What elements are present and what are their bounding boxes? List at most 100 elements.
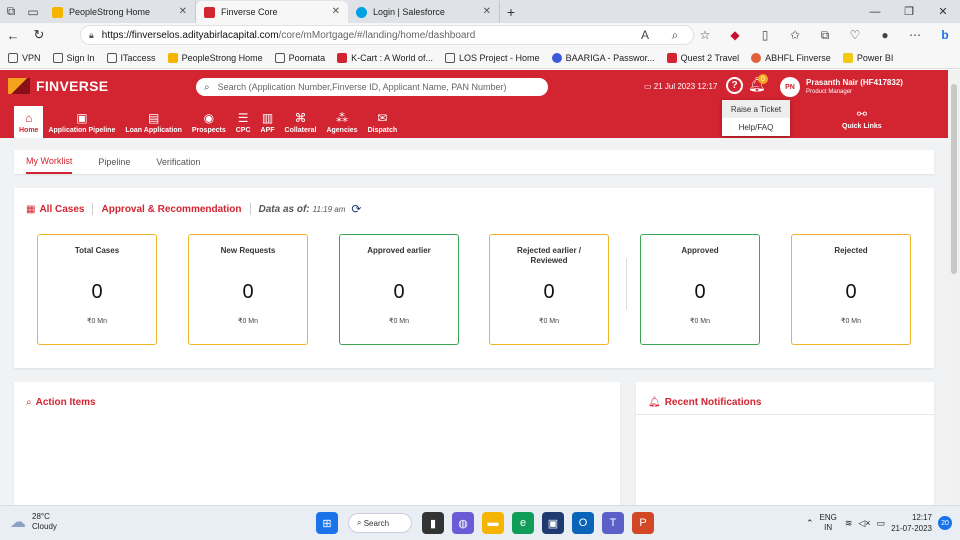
- main-content: My Worklist Pipeline Verification ▦ All …: [0, 138, 948, 505]
- minimize-icon[interactable]: —: [858, 0, 892, 23]
- menu-item-loan-application[interactable]: ▤ Loan Application: [120, 106, 187, 138]
- close-window-icon[interactable]: ✕: [926, 0, 960, 23]
- windows-start-icon[interactable]: ⊞: [316, 512, 338, 534]
- favorite-star-icon[interactable]: ☆: [690, 28, 720, 42]
- url-field[interactable]: 🔒︎ https://finverselos.adityabirlacapita…: [80, 25, 694, 45]
- bookmark-item[interactable]: PeopleStrong Home: [167, 52, 263, 63]
- clock[interactable]: 12:17 21-07-2023: [891, 512, 932, 534]
- collections-icon[interactable]: ⧉: [810, 28, 840, 43]
- quick-links[interactable]: ⚯ Quick Links: [842, 107, 882, 130]
- menu-item-apf[interactable]: ▥ APF: [256, 106, 280, 138]
- menu-item-cpc[interactable]: ☰ CPC: [231, 106, 256, 138]
- help-icon[interactable]: ?: [726, 77, 743, 94]
- close-tab-icon[interactable]: ✕: [332, 6, 340, 17]
- zoom-icon[interactable]: ⌕: [660, 28, 690, 43]
- bookmark-item[interactable]: K-Cart : A World of...: [337, 52, 433, 63]
- quest-icon: [666, 52, 677, 63]
- pipeline-icon: ▣: [76, 111, 88, 125]
- menu-item-collateral[interactable]: ⌘ Collateral: [280, 106, 322, 138]
- browser-tab-bar: ⧉ ▭ PeopleStrong Home ✕ Finverse Core ✕ …: [0, 0, 960, 23]
- volume-icon[interactable]: ◁×: [858, 518, 870, 529]
- split-screen-icon[interactable]: ▯: [750, 28, 780, 42]
- back-icon[interactable]: ←: [0, 23, 26, 47]
- stat-card-rejected[interactable]: Rejected 0 ₹0 Mn: [791, 234, 911, 345]
- calendar-icon: ▦: [26, 203, 36, 215]
- lock-icon: 🔒︎: [89, 29, 94, 40]
- approval-link[interactable]: Approval & Recommendation: [101, 204, 241, 215]
- tab-actions-icon[interactable]: ▭: [22, 0, 44, 23]
- stat-card-rejected-earlier[interactable]: Rejected earlier / Reviewed 0 ₹0 Mn: [489, 234, 609, 345]
- bookmark-item[interactable]: BAARIGA - Passwor...: [551, 52, 655, 63]
- menu-item-agencies[interactable]: ⁂ Agencies: [321, 106, 362, 138]
- browser-tab[interactable]: PeopleStrong Home ✕: [44, 1, 196, 23]
- bookmark-item[interactable]: Quest 2 Travel: [666, 52, 739, 63]
- notification-count-badge[interactable]: 20: [938, 516, 952, 530]
- stat-card-new-requests[interactable]: New Requests 0 ₹0 Mn: [188, 234, 308, 345]
- stat-card-total-cases[interactable]: Total Cases 0 ₹0 Mn: [37, 234, 157, 345]
- task-view-icon[interactable]: ▮: [422, 512, 444, 534]
- page-scrollbar[interactable]: [948, 70, 960, 505]
- wifi-icon[interactable]: ≋: [845, 518, 853, 529]
- edge-icon[interactable]: e: [512, 512, 534, 534]
- bing-icon[interactable]: b: [930, 28, 960, 42]
- bookmark-item[interactable]: Sign In: [52, 52, 95, 63]
- favorites-icon[interactable]: ✩: [780, 28, 810, 42]
- performance-icon[interactable]: ♡: [840, 28, 870, 42]
- window-controls: — ❐ ✕: [858, 0, 960, 23]
- outlook-icon[interactable]: O: [572, 512, 594, 534]
- tab-verification[interactable]: Verification: [156, 150, 200, 174]
- bookmark-item[interactable]: LOS Project - Home: [445, 52, 540, 63]
- language-indicator[interactable]: ENG IN: [819, 513, 836, 533]
- notifications-title: 🔔︎ Recent Notifications: [648, 397, 762, 408]
- all-cases-link[interactable]: All Cases: [39, 204, 84, 215]
- bookmark-item[interactable]: VPN: [8, 52, 41, 63]
- menu-item-home[interactable]: ⌂ Home: [14, 106, 44, 138]
- avatar[interactable]: PN: [780, 77, 800, 97]
- stat-card-approved-earlier[interactable]: Approved earlier 0 ₹0 Mn: [339, 234, 459, 345]
- chevron-up-icon[interactable]: ⌃: [806, 518, 814, 529]
- menu-item-prospects[interactable]: ◉ Prospects: [187, 106, 231, 138]
- more-icon[interactable]: ⋯: [900, 28, 930, 42]
- close-tab-icon[interactable]: ✕: [483, 6, 491, 17]
- workspaces-icon[interactable]: ⧉: [0, 0, 22, 23]
- extension-icon[interactable]: ◆: [720, 28, 750, 42]
- bookmark-item[interactable]: ITaccess: [106, 52, 156, 63]
- browser-tab-active[interactable]: Finverse Core ✕: [196, 1, 348, 23]
- salesforce-favicon-icon: [356, 6, 367, 18]
- tab-my-worklist[interactable]: My Worklist: [26, 150, 73, 174]
- user-name[interactable]: Prasanth Nair (HF417832): [806, 78, 903, 87]
- restore-icon[interactable]: ❐: [892, 0, 926, 23]
- help-faq-option[interactable]: Help/FAQ: [722, 118, 790, 136]
- battery-icon[interactable]: ▭: [877, 518, 886, 529]
- file-explorer-icon[interactable]: ▬: [482, 512, 504, 534]
- stat-label: Rejected earlier / Reviewed: [516, 246, 582, 265]
- stat-amount: ₹0 Mn: [840, 318, 861, 325]
- profile-icon[interactable]: ●: [870, 28, 900, 42]
- bookmark-item[interactable]: Power BI: [842, 52, 893, 63]
- finverse-logo[interactable]: FINVERSE: [8, 78, 108, 94]
- home-icon: ⌂: [25, 111, 33, 125]
- tab-title: Login | Salesforce: [373, 7, 445, 17]
- refresh-data-icon[interactable]: ⟳: [351, 202, 361, 216]
- teams-icon[interactable]: T: [602, 512, 624, 534]
- stat-card-approved[interactable]: Approved 0 ₹0 Mn: [640, 234, 760, 345]
- bookmark-item[interactable]: Poornata: [274, 52, 325, 63]
- refresh-icon[interactable]: ↻: [26, 23, 52, 47]
- chat-icon[interactable]: ◍: [452, 512, 474, 534]
- menu-item-dispatch[interactable]: ✉ Dispatch: [363, 106, 403, 138]
- raise-ticket-option[interactable]: Raise a Ticket: [722, 100, 790, 118]
- read-aloud-icon[interactable]: A: [630, 28, 660, 42]
- global-search-input[interactable]: ⌕ Search (Application Number,Finverse ID…: [196, 78, 548, 96]
- close-tab-icon[interactable]: ✕: [179, 6, 187, 17]
- bookmark-item[interactable]: ABHFL Finverse: [751, 52, 831, 63]
- powerpoint-icon[interactable]: P: [632, 512, 654, 534]
- store-icon[interactable]: ▣: [542, 512, 564, 534]
- scrollbar-thumb[interactable]: [951, 84, 957, 274]
- weather-widget[interactable]: ☁ 28°C Cloudy: [10, 512, 57, 532]
- taskbar-search[interactable]: ⌕ Search: [348, 513, 412, 533]
- new-tab-icon[interactable]: +: [500, 1, 522, 23]
- search-placeholder: Search (Application Number,Finverse ID, …: [217, 82, 507, 92]
- tab-pipeline[interactable]: Pipeline: [98, 150, 130, 174]
- menu-item-application-pipeline[interactable]: ▣ Application Pipeline: [43, 106, 120, 138]
- browser-tab[interactable]: Login | Salesforce ✕: [348, 1, 500, 23]
